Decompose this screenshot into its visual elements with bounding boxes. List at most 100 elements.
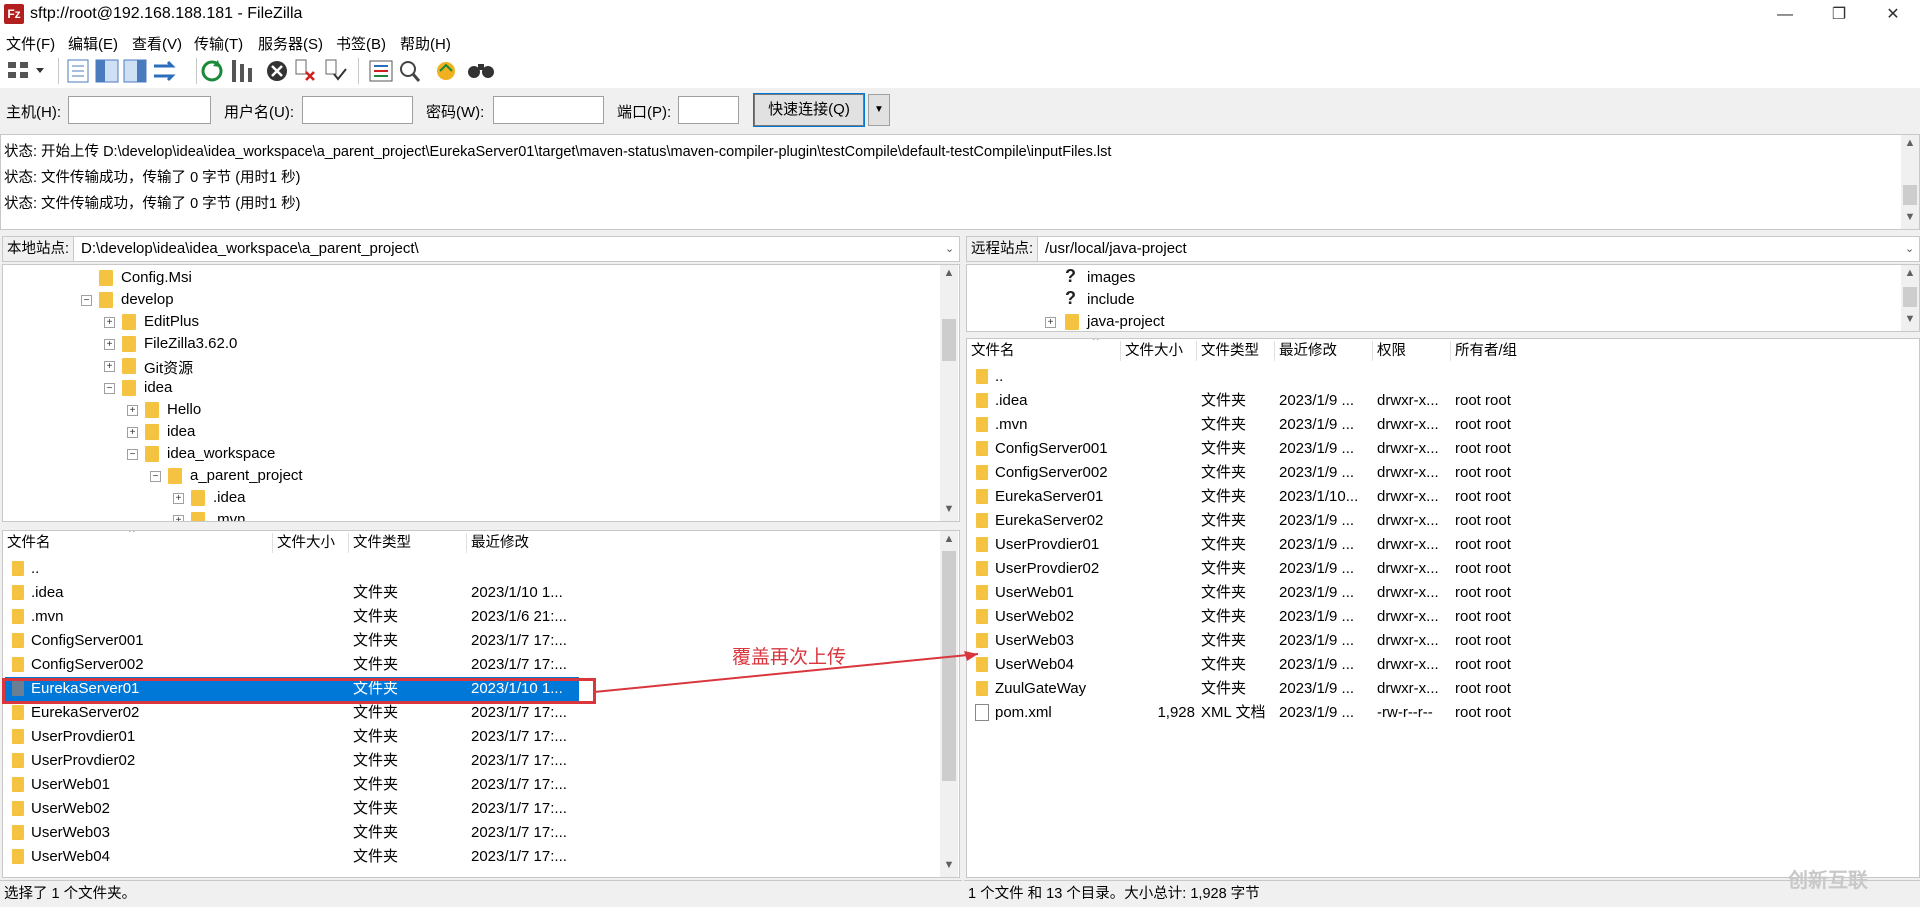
column-header[interactable]: 权限 [1377,339,1406,363]
toggle-local-tree-icon[interactable] [95,59,119,83]
file-row[interactable]: UserProvdier02 文件夹 2023/1/9 ... drwxr-x... r… [969,557,1917,581]
compare-directories-icon[interactable] [400,61,421,82]
tree-item[interactable]: + Git资源 [3,355,933,377]
menu-item[interactable]: 服务器(S) [258,33,323,54]
tree-item[interactable]: + FileZilla3.62.0 [3,333,933,355]
minimize-icon[interactable]: — [1758,0,1812,30]
column-header[interactable]: 文件类型 [1201,339,1259,363]
expand-icon[interactable]: + [127,405,138,416]
sync-browsing-icon[interactable] [437,62,455,80]
tree-item[interactable]: Config.Msi [3,267,933,289]
scroll-down-icon[interactable]: ▼ [1901,211,1919,223]
refresh-icon[interactable] [201,60,223,82]
tree-item[interactable]: + .mvn [3,509,933,521]
toggle-remote-tree-icon[interactable] [123,59,147,83]
local-list-scrollbar[interactable]: ▲ ▼ [940,531,958,877]
expand-icon[interactable]: + [104,339,115,350]
column-header[interactable]: 文件名 [971,339,1015,363]
scroll-up-icon[interactable]: ▲ [1901,137,1919,149]
column-header[interactable]: 最近修改 [471,531,529,555]
scroll-thumb[interactable] [1903,185,1917,205]
tree-item[interactable]: + idea [3,421,933,443]
column-separator[interactable] [1450,341,1451,361]
username-input[interactable] [302,96,413,124]
tree-item[interactable]: − idea_workspace [3,443,933,465]
file-row[interactable]: UserWeb01 文件夹 2023/1/7 17:... [5,773,579,797]
remote-path-input[interactable]: /usr/local/java-project [1045,237,1187,261]
menu-item[interactable]: 文件(F) [6,33,55,54]
column-separator[interactable] [1196,341,1197,361]
collapse-icon[interactable]: − [81,295,92,306]
port-input[interactable] [678,96,739,124]
file-row[interactable]: EurekaServer02 文件夹 2023/1/7 17:... [5,701,579,725]
scroll-down-icon[interactable]: ▼ [940,859,958,871]
site-manager-icon[interactable] [8,62,44,78]
collapse-icon[interactable]: − [127,449,138,460]
expand-icon[interactable]: + [127,427,138,438]
file-row[interactable]: UserWeb04 文件夹 2023/1/9 ... drwxr-x... root r… [969,653,1917,677]
tree-item[interactable]: + EditPlus [3,311,933,333]
file-row[interactable]: UserWeb03 文件夹 2023/1/7 17:... [5,821,579,845]
tree-item[interactable]: + Hello [3,399,933,421]
tree-item[interactable]: ? images [967,266,1897,289]
file-row[interactable]: UserWeb02 文件夹 2023/1/9 ... drwxr-x... root r… [969,605,1917,629]
scroll-thumb[interactable] [942,319,956,361]
scroll-down-icon[interactable]: ▼ [1901,313,1919,325]
expand-icon[interactable]: + [104,361,115,372]
file-row[interactable]: pom.xml 1,928 XML 文档 2023/1/9 ... -rw-r--r--… [969,701,1917,725]
expand-icon[interactable]: + [173,515,184,521]
file-row[interactable]: UserProvdier02 文件夹 2023/1/7 17:... [5,749,579,773]
collapse-icon[interactable]: − [150,471,161,482]
maximize-icon[interactable]: ❐ [1812,0,1866,30]
remote-path-dropdown-icon[interactable]: ⌄ [1905,237,1914,261]
expand-icon[interactable]: + [1045,317,1056,328]
column-separator[interactable] [272,533,273,553]
file-row[interactable]: EurekaServer02 文件夹 2023/1/9 ... drwxr-x... r… [969,509,1917,533]
column-separator[interactable] [1120,341,1121,361]
file-row[interactable]: .mvn 文件夹 2023/1/9 ... drwxr-x... root root [969,413,1917,437]
file-row[interactable]: ZuulGateWay 文件夹 2023/1/9 ... drwxr-x... root… [969,677,1917,701]
column-separator[interactable] [348,533,349,553]
scroll-up-icon[interactable]: ▲ [1901,267,1919,279]
tree-item[interactable]: + .idea [3,487,933,509]
file-row[interactable]: .idea 文件夹 2023/1/10 1... [5,581,579,605]
file-row[interactable]: ConfigServer002 文件夹 2023/1/9 ... drwxr-x...… [969,461,1917,485]
tree-item[interactable]: + java-project [967,311,1897,331]
tree-item[interactable]: − idea [3,377,933,399]
file-row[interactable]: UserWeb03 文件夹 2023/1/9 ... drwxr-x... root r… [969,629,1917,653]
local-path-dropdown-icon[interactable]: ⌄ [945,237,954,261]
column-separator[interactable] [1274,341,1275,361]
search-remote-files-icon[interactable] [468,64,494,78]
scroll-up-icon[interactable]: ▲ [940,267,958,279]
expand-icon[interactable]: + [173,493,184,504]
column-header[interactable]: 所有者/组 [1455,339,1517,363]
menu-item[interactable]: 帮助(H) [400,33,451,54]
file-row[interactable]: ConfigServer001 文件夹 2023/1/7 17:... [5,629,579,653]
toggle-message-log-icon[interactable] [67,59,89,83]
file-row[interactable]: .. [5,557,579,581]
column-header[interactable]: 文件大小 [1125,339,1183,363]
file-row[interactable]: UserWeb02 文件夹 2023/1/7 17:... [5,797,579,821]
process-queue-icon[interactable] [232,60,252,82]
file-row[interactable]: ConfigServer001 文件夹 2023/1/9 ... drwxr-x...… [969,437,1917,461]
file-row[interactable]: ConfigServer002 文件夹 2023/1/7 17:... [5,653,579,677]
directory-listing-filters-icon[interactable] [369,60,393,82]
tree-item[interactable]: − develop [3,289,933,311]
scroll-up-icon[interactable]: ▲ [940,533,958,545]
file-row[interactable]: EurekaServer01 文件夹 2023/1/10... drwxr-x... r… [969,485,1917,509]
menu-item[interactable]: 书签(B) [336,33,386,54]
file-row[interactable]: .. [969,365,1917,389]
file-row[interactable]: .idea 文件夹 2023/1/9 ... drwxr-x... root root [969,389,1917,413]
file-row[interactable]: UserWeb01 文件夹 2023/1/9 ... drwxr-x... root r… [969,581,1917,605]
scroll-down-icon[interactable]: ▼ [940,503,958,515]
menu-item[interactable]: 查看(V) [132,33,182,54]
column-header[interactable]: 文件大小 [277,531,335,555]
disconnect-icon[interactable] [295,59,315,81]
close-icon[interactable]: ✕ [1866,0,1920,30]
file-row[interactable]: UserProvdier01 文件夹 2023/1/9 ... drwxr-x... r… [969,533,1917,557]
toggle-transfer-queue-icon[interactable] [154,60,176,82]
scroll-thumb[interactable] [1903,287,1917,307]
column-separator[interactable] [466,533,467,553]
menu-item[interactable]: 传输(T) [194,33,243,54]
expand-icon[interactable]: + [104,317,115,328]
